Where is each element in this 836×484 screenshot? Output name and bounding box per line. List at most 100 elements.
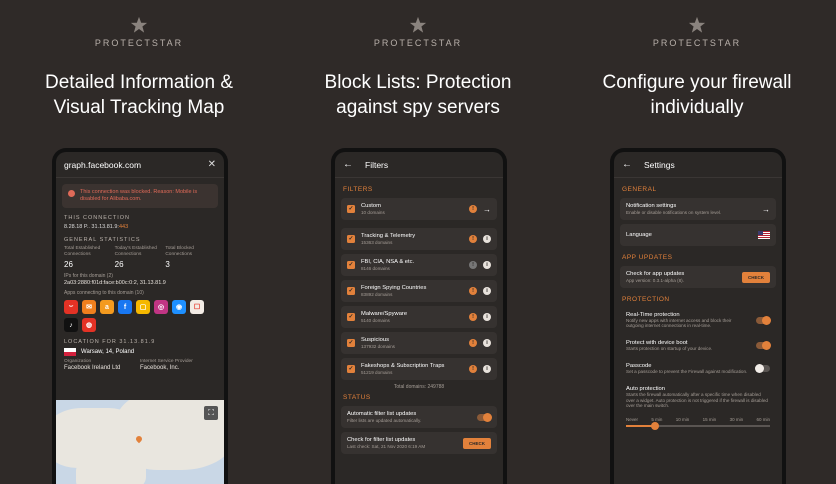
check-button[interactable]: CHECK <box>462 437 491 449</box>
info-icon[interactable]: i <box>483 339 491 347</box>
section-label: GENERAL STATISTICS <box>64 237 141 243</box>
blocked-alert: This connection was blocked. Reason: Mob… <box>62 184 218 208</box>
info-icon[interactable]: i <box>483 365 491 373</box>
filter-item-custom[interactable]: ✓ Custom 10 domains ! → <box>341 198 497 220</box>
ips-value: 2a03:2880:f01d:face:b00c:0:2, 31.13.81.9 <box>64 280 166 286</box>
section-header: GENERAL <box>622 186 657 193</box>
brand-logo: PROTECTSTAR <box>279 16 557 48</box>
screen-title: Settings <box>644 159 675 170</box>
brand-name: PROTECTSTAR <box>373 38 463 48</box>
warning-icon: ! <box>469 287 477 295</box>
app-updates-row: Check for app updates App version: 0.3.1-… <box>620 266 776 288</box>
checkbox[interactable]: ✓ <box>347 261 355 269</box>
app-bar: graph.facebook.com ✕ <box>56 152 224 178</box>
auto-protection-slider[interactable] <box>626 421 770 430</box>
star-icon <box>130 16 148 33</box>
apps-list: ⌣ ✉ a f ▢ ◎ ◉ ☐ ♪ ◍ <box>64 300 214 332</box>
location-row: Warsaw, 14, Poland <box>64 348 216 356</box>
checkbox[interactable]: ✓ <box>347 205 355 213</box>
filter-item[interactable]: ✓ Tracking & Telemetry 15363 domains ! i <box>341 228 497 250</box>
auto-protection-row: Auto protection Starts the firewall autom… <box>626 386 768 408</box>
phone-frame: ← Filters FILTERS ✓ Custom 10 domains ! →… <box>331 148 507 484</box>
amazon-app-icon[interactable]: a <box>100 300 114 314</box>
org-row: Organization Facebook Ireland Ltd Interne… <box>64 359 193 371</box>
back-arrow-icon[interactable]: ← <box>343 159 353 170</box>
checkbox[interactable]: ✓ <box>347 287 355 295</box>
brand-logo: PROTECTSTAR <box>0 16 278 48</box>
phone-frame: ← Settings GENERAL Notification settings… <box>610 148 786 484</box>
tracking-map[interactable]: ⛶ <box>56 400 224 484</box>
tiktok-app-icon[interactable]: ♪ <box>64 318 78 332</box>
section-header: APP UPDATES <box>622 254 673 261</box>
stat-item: Today's Established Connections 26 <box>114 246 157 269</box>
check-updates-row: Check for filter list updates Last check:… <box>341 432 497 454</box>
filter-item[interactable]: ✓ Suspicious 137932 domains ! i <box>341 332 497 354</box>
facebook-app-icon[interactable]: f <box>118 300 132 314</box>
filter-item[interactable]: ✓ Fakeshops & Subscription Traps 51219 do… <box>341 358 497 380</box>
shopping-app-icon[interactable]: ✉ <box>82 300 96 314</box>
warning-icon: ! <box>469 339 477 347</box>
section-header: STATUS <box>343 394 371 401</box>
headline: Configure your firewall individually <box>602 72 792 118</box>
back-arrow-icon[interactable]: ← <box>622 159 632 170</box>
auto-updates-toggle[interactable] <box>477 412 492 422</box>
fullscreen-icon[interactable]: ⛶ <box>204 406 218 420</box>
notification-settings-row[interactable]: Notification settings Enable or disable n… <box>620 198 776 220</box>
passcode-toggle[interactable] <box>755 364 770 373</box>
section-label: THIS CONNECTION <box>64 215 131 221</box>
slider-knob[interactable] <box>650 421 659 430</box>
info-icon[interactable]: i <box>483 287 491 295</box>
checkbox[interactable]: ✓ <box>347 313 355 321</box>
info-icon[interactable]: i <box>483 313 491 321</box>
info-icon[interactable]: i <box>483 261 491 269</box>
section-header: FILTERS <box>343 186 373 193</box>
warning-icon: ! <box>469 205 477 213</box>
brand-name: PROTECTSTAR <box>94 38 184 48</box>
checkbox[interactable]: ✓ <box>347 339 355 347</box>
lifebuoy-app-icon[interactable]: ◍ <box>82 318 96 332</box>
close-icon[interactable]: ✕ <box>208 159 216 170</box>
passcode-row[interactable]: Passcode Set a passcode to prevent the Fi… <box>620 359 776 378</box>
screen-title: graph.facebook.com <box>64 159 142 170</box>
boot-toggle[interactable] <box>756 341 771 350</box>
star-icon <box>409 16 427 33</box>
brand-logo: PROTECTSTAR <box>558 16 836 48</box>
filter-item[interactable]: ✓ FBI, CIA, NSA & etc. 8146 domains ! i <box>341 254 497 276</box>
language-row[interactable]: Language <box>620 224 776 246</box>
auto-updates-row[interactable]: Automatic filter list updates Filter list… <box>341 406 497 428</box>
warning-icon: ! <box>469 313 477 321</box>
filter-item[interactable]: ✓ Malware/Spyware 5140 domains ! i <box>341 306 497 328</box>
headline: Block Lists: Protection against spy serv… <box>324 72 512 118</box>
app-bar: ← Settings <box>614 152 782 178</box>
realtime-protection-row[interactable]: Real-Time protection Notify new apps with… <box>620 308 776 332</box>
arrow-right-icon[interactable]: → <box>762 205 770 214</box>
boot-protection-row[interactable]: Protect with device boot Starts protectio… <box>620 336 776 355</box>
phone-screen: graph.facebook.com ✕ This connection was… <box>56 152 224 484</box>
app-bar: ← Filters <box>335 152 503 178</box>
phone-screen: ← Settings GENERAL Notification settings… <box>614 152 782 484</box>
aliexpress-app-icon[interactable]: ⌣ <box>64 300 78 314</box>
white-app-icon[interactable]: ☐ <box>190 300 204 314</box>
warning-icon: ! <box>469 365 477 373</box>
filter-item[interactable]: ✓ Foreign Spying Countries 83892 domains … <box>341 280 497 302</box>
realtime-toggle[interactable] <box>756 315 771 325</box>
arrow-right-icon[interactable]: → <box>483 205 491 214</box>
section-header: PROTECTION <box>622 296 670 303</box>
instagram-app-icon[interactable]: ◎ <box>154 300 168 314</box>
apps-label: Apps connecting to this domain (10) <box>64 290 144 296</box>
ips-label: IPs for this domain (2) <box>64 273 113 279</box>
check-button[interactable]: CHECK <box>741 271 770 283</box>
brand-name: PROTECTSTAR <box>652 38 742 48</box>
checkbox[interactable]: ✓ <box>347 235 355 243</box>
panel-block-lists: PROTECTSTAR Block Lists: Protection agai… <box>279 0 557 484</box>
us-flag-icon <box>758 231 770 239</box>
info-icon[interactable]: i <box>483 235 491 243</box>
stats-row: Total Established Connections 26 Today's … <box>64 246 216 269</box>
yellow-app-icon[interactable]: ▢ <box>136 300 150 314</box>
headline: Detailed Information & Visual Tracking M… <box>45 72 233 118</box>
connection-ip: 8.28.18 P.. 31.13.81.9:443 <box>64 224 129 230</box>
screen-title: Filters <box>365 159 389 170</box>
checkbox[interactable]: ✓ <box>347 365 355 373</box>
messenger-app-icon[interactable]: ◉ <box>172 300 186 314</box>
panel-tracking-map: PROTECTSTAR Detailed Information & Visua… <box>0 0 278 484</box>
